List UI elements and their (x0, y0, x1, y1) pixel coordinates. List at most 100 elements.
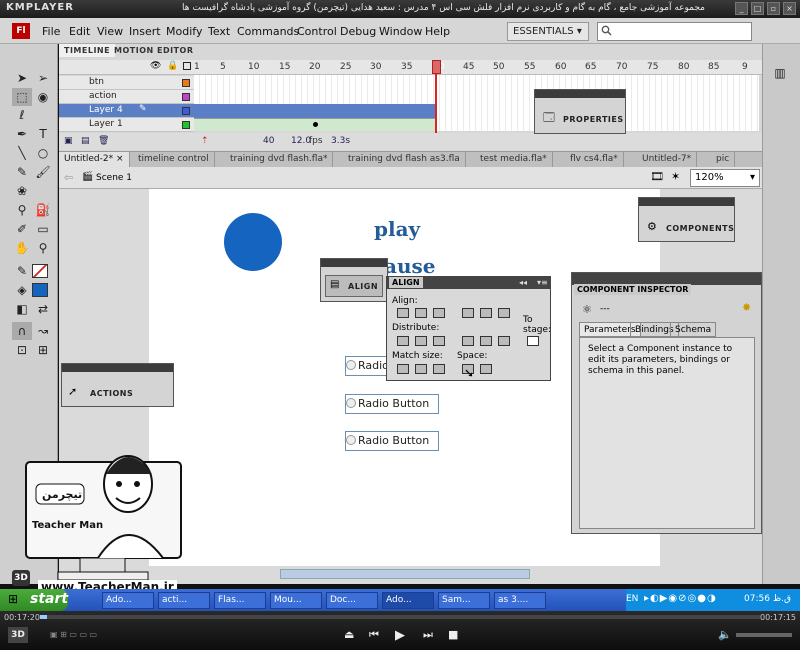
volume-icon[interactable]: 🔈 (718, 628, 732, 641)
pencil-tool-icon[interactable]: ✎ (12, 163, 32, 181)
align-vcenter-icon[interactable] (480, 308, 492, 318)
next-icon[interactable]: ⏭ (423, 628, 433, 642)
lasso-tool-icon[interactable]: ℓ (12, 106, 32, 124)
tab-motion-editor[interactable]: MOTION EDITOR (109, 44, 198, 57)
menu-window[interactable]: Window (379, 25, 422, 38)
blue-circle-shape[interactable] (224, 213, 282, 271)
taskbar-item[interactable]: Mou... (270, 592, 322, 609)
playhead-handle[interactable] (432, 60, 441, 74)
layer-btn[interactable]: btn (59, 76, 194, 90)
align-top-icon[interactable] (462, 308, 474, 318)
library-icon[interactable]: ▥ (770, 64, 790, 82)
hand-tool-icon[interactable]: ✋ (12, 239, 32, 257)
tab-flv-cs4[interactable]: flv cs4.fla* (565, 152, 624, 167)
panel-menu-icon[interactable]: ▾≡ (537, 278, 548, 287)
match-width-icon[interactable] (397, 364, 409, 374)
new-layer-icon[interactable]: ▣ (64, 136, 73, 146)
menu-view[interactable]: View (97, 25, 123, 38)
oval-tool-icon[interactable]: ○ (33, 144, 53, 162)
play-text[interactable]: play (374, 217, 420, 241)
previous-icon[interactable]: ⏮ (369, 628, 379, 642)
fill-color-swatch[interactable] (32, 283, 48, 297)
radio-button-2[interactable]: Radio Button (345, 394, 439, 414)
taskbar-item[interactable]: acti... (158, 592, 210, 609)
layer-layer-4[interactable]: Layer 4 (59, 104, 194, 118)
align-right-icon[interactable] (433, 308, 445, 318)
menu-text[interactable]: Text (208, 25, 230, 38)
restore-icon[interactable]: ▫ (767, 2, 780, 15)
components-panel[interactable]: ⚙ COMPONENTS (638, 197, 735, 242)
black-white-icon[interactable]: ◧ (12, 300, 32, 318)
new-folder-icon[interactable]: ▤ (81, 136, 90, 146)
tab-training-dvd-flash-as3[interactable]: training dvd flash as3.fla (343, 152, 466, 167)
stop-icon[interactable]: ■ (448, 628, 458, 641)
tab-timeline[interactable]: TIMELINE (59, 44, 116, 57)
center-frame-icon[interactable]: ⇡ (201, 136, 209, 146)
seek-bar[interactable] (40, 615, 760, 619)
current-frame[interactable]: 40 (263, 136, 274, 146)
tab-pic[interactable]: pic (711, 152, 736, 167)
eye-icon[interactable]: 👁 (150, 61, 161, 71)
tab-untitled-2[interactable]: Untitled-2* × (59, 152, 130, 167)
3d-rotation-tool-icon[interactable]: ◉ (33, 88, 53, 106)
properties-panel[interactable]: 🗔 PROPERTIES (534, 89, 626, 134)
taskbar-item[interactable]: Sam... (438, 592, 490, 609)
3d-mode-button[interactable]: 3D (8, 627, 28, 643)
tab-timeline-control[interactable]: timeline control (133, 152, 215, 167)
smooth-icon[interactable]: ↝ (33, 322, 53, 340)
distribute-bottom-icon[interactable] (433, 336, 445, 346)
subselection-tool-icon[interactable]: ➢ (33, 69, 53, 87)
lock-icon[interactable]: 🔒 (167, 61, 178, 71)
tab-training-dvd-flash[interactable]: training dvd flash.fla* (225, 152, 334, 167)
language-indicator[interactable]: EN (626, 594, 638, 604)
menu-insert[interactable]: Insert (129, 25, 161, 38)
tab-schema[interactable]: Schema (670, 322, 717, 337)
panel-drag-bar[interactable] (321, 259, 387, 267)
text-tool-icon[interactable]: T (33, 125, 53, 143)
to-stage-toggle[interactable] (527, 336, 539, 346)
help-star-icon[interactable]: ✸ (742, 301, 751, 314)
panel-drag-bar[interactable] (639, 198, 734, 206)
menu-control[interactable]: Control (297, 25, 337, 38)
edit-symbol-icon[interactable]: ✶ (671, 170, 680, 183)
distribute-top-icon[interactable] (397, 336, 409, 346)
straighten-icon[interactable]: ⊡ (12, 341, 32, 359)
scene-name[interactable]: Scene 1 (96, 173, 132, 183)
tab-test-media[interactable]: test media.fla* (475, 152, 553, 167)
minimize-icon[interactable]: _ (735, 2, 748, 15)
taskbar-item-active[interactable]: Ado... (382, 592, 434, 609)
selection-tool-icon[interactable]: ➤ (12, 69, 32, 87)
pen-tool-icon[interactable]: ✒ (12, 125, 32, 143)
stroke-color-swatch[interactable] (32, 264, 48, 278)
pause-text[interactable]: ause (384, 254, 435, 278)
align-tab[interactable]: ALIGN (389, 277, 423, 288)
match-height-icon[interactable] (415, 364, 427, 374)
search-input[interactable] (597, 22, 752, 41)
zoom-tool-icon[interactable]: ⚲ (33, 239, 53, 257)
option-icon[interactable]: ⊞ (33, 341, 53, 359)
panel-drag-bar[interactable] (62, 364, 173, 372)
collapse-icon[interactable]: ◂◂ (519, 278, 527, 287)
layer-layer-1[interactable]: Layer 1 (59, 118, 194, 132)
align-button[interactable]: ▤ ALIGN (325, 275, 383, 297)
stroke-color-icon[interactable]: ✎ (12, 262, 32, 280)
space-horizontal-icon[interactable] (480, 364, 492, 374)
menu-commands[interactable]: Commands (237, 25, 299, 38)
distribute-left-icon[interactable] (462, 336, 474, 346)
menu-file[interactable]: File (42, 25, 60, 38)
radio-button-3[interactable]: Radio Button (345, 431, 439, 451)
menu-edit[interactable]: Edit (69, 25, 90, 38)
taskbar-item[interactable]: Doc... (326, 592, 378, 609)
taskbar-item[interactable]: as 3.... (494, 592, 546, 609)
bone-tool-icon[interactable]: ⚲ (12, 201, 32, 219)
close-icon[interactable]: × (116, 154, 124, 164)
eraser-tool-icon[interactable]: ▭ (33, 220, 53, 238)
player-mode-buttons[interactable]: ▣ ⊞ ▭ ▭ ▭ (50, 630, 97, 639)
taskbar-item[interactable]: Flas... (214, 592, 266, 609)
menu-debug[interactable]: Debug (340, 25, 376, 38)
horizontal-scrollbar[interactable] (280, 569, 530, 579)
layer-action[interactable]: action (59, 90, 194, 104)
distribute-vcenter-icon[interactable] (415, 336, 427, 346)
distribute-right-icon[interactable] (498, 336, 510, 346)
free-transform-tool-icon[interactable]: ⬚ (12, 88, 32, 106)
